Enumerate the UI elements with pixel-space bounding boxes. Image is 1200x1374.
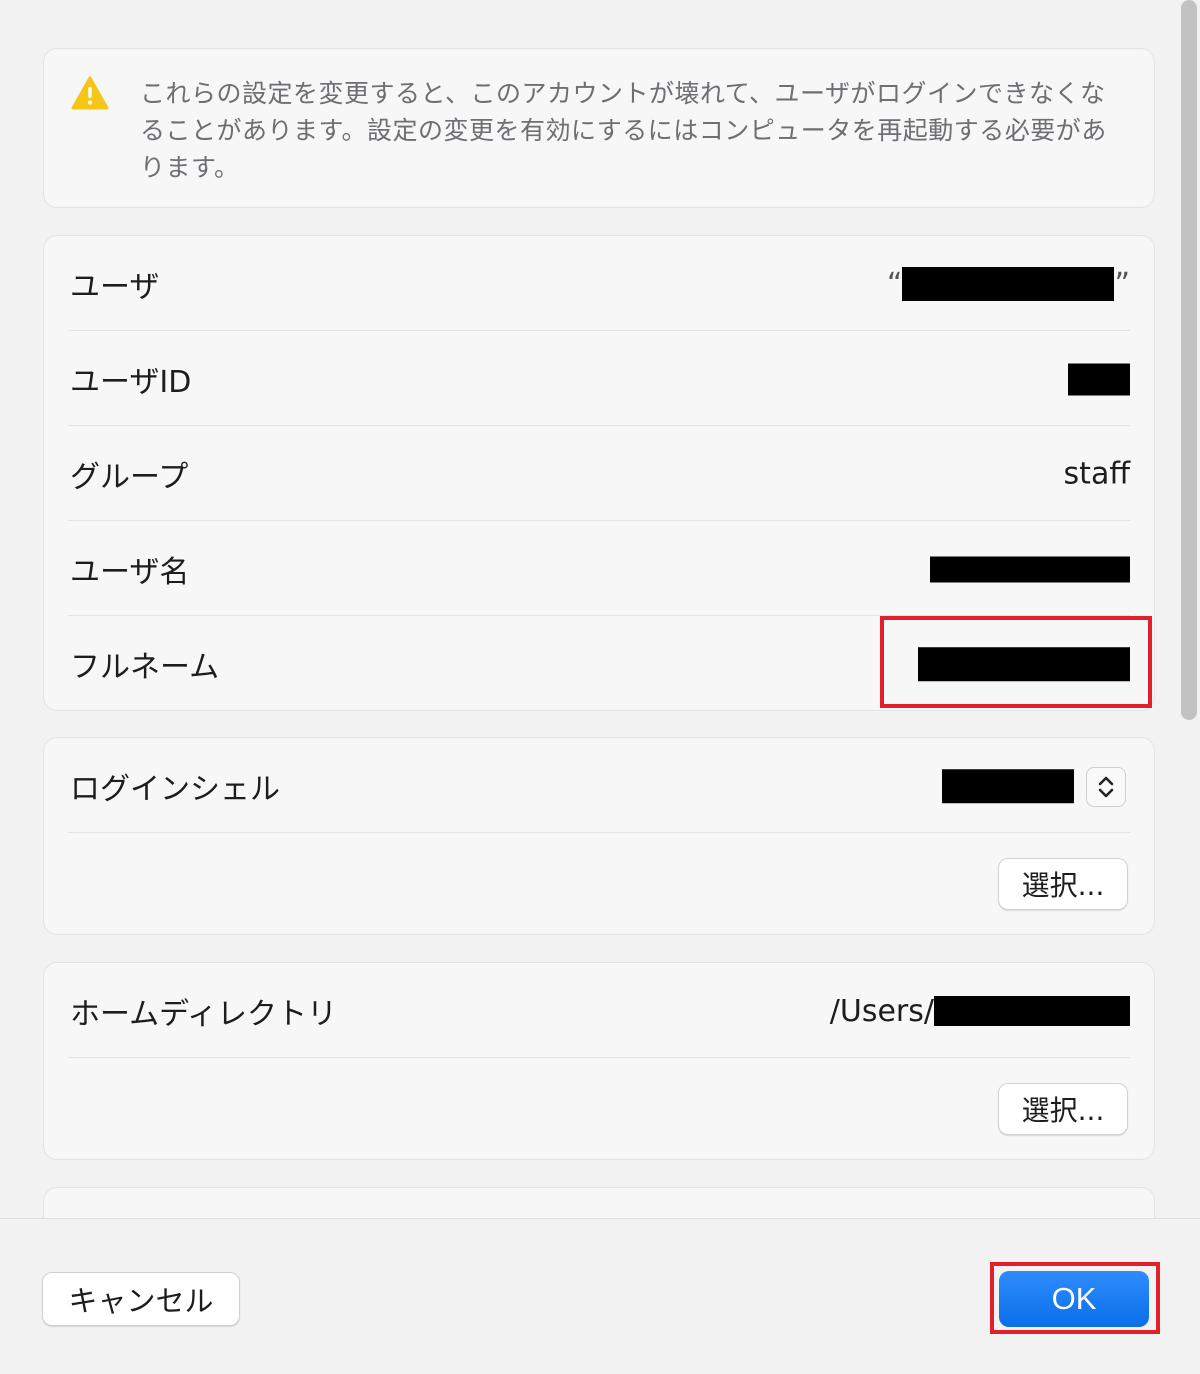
group-label: グループ <box>70 459 189 495</box>
username-value[interactable] <box>930 551 1130 586</box>
home-directory-redacted <box>934 996 1130 1026</box>
full-name-label: フルネーム <box>70 649 220 685</box>
home-directory-card: ホームディレクトリ /Users/ 選択... <box>43 962 1155 1160</box>
login-shell-redacted <box>942 769 1074 804</box>
row-login-shell: ログインシェル <box>68 738 1130 833</box>
login-shell-card: ログインシェル 選択... <box>43 737 1155 935</box>
user-value-redacted <box>902 267 1115 301</box>
row-user-id: ユーザID <box>68 331 1130 426</box>
settings-scroll-area[interactable]: これらの設定を変更すると、このアカウントが壊れて、ユーザがログインできなくなるこ… <box>0 0 1178 1218</box>
user-value: “” <box>886 266 1130 302</box>
row-username: ユーザ名 <box>68 521 1130 616</box>
divider <box>68 831 1130 833</box>
ok-button-highlight <box>990 1262 1160 1334</box>
group-value[interactable]: staff <box>1064 456 1130 491</box>
scrollbar-thumb[interactable] <box>1181 0 1197 720</box>
row-user: ユーザ “” <box>68 236 1130 331</box>
home-directory-choose-button[interactable]: 選択... <box>998 1083 1128 1135</box>
up-down-chevron-icon <box>1098 776 1114 798</box>
next-settings-card <box>43 1187 1155 1218</box>
warning-message: これらの設定を変更すると、このアカウントが壊れて、ユーザがログインできなくなるこ… <box>140 79 1107 182</box>
cancel-button[interactable]: キャンセル <box>42 1272 240 1326</box>
divider <box>68 1056 1130 1058</box>
home-directory-label: ホームディレクトリ <box>70 996 337 1032</box>
user-id-redacted <box>1068 363 1130 396</box>
advanced-options-sheet: これらの設定を変更すると、このアカウントが壊れて、ユーザがログインできなくなるこ… <box>0 0 1200 1374</box>
login-shell-value[interactable] <box>942 768 1074 804</box>
warning-triangle-icon <box>71 76 109 110</box>
warning-card: これらの設定を変更すると、このアカウントが壊れて、ユーザがログインできなくなるこ… <box>43 48 1155 208</box>
row-home-directory: ホームディレクトリ /Users/ <box>68 963 1130 1058</box>
username-label: ユーザ名 <box>70 554 190 590</box>
home-directory-value[interactable]: /Users/ <box>830 993 1130 1029</box>
login-shell-choose-button[interactable]: 選択... <box>998 858 1128 910</box>
user-label: ユーザ <box>70 269 160 305</box>
user-id-value <box>1068 361 1130 396</box>
row-group: グループ staff <box>68 426 1130 521</box>
login-shell-popup-button[interactable] <box>1086 767 1126 807</box>
full-name-highlight <box>880 616 1152 708</box>
login-shell-label: ログインシェル <box>70 771 280 807</box>
user-id-label: ユーザID <box>70 364 192 400</box>
username-redacted <box>930 556 1130 583</box>
home-directory-prefix: /Users/ <box>829 993 934 1029</box>
